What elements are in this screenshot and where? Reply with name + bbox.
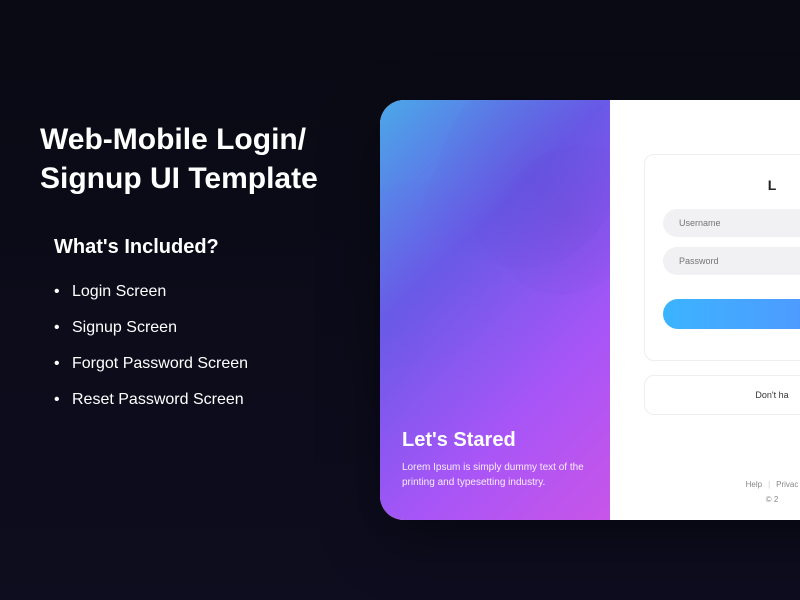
signup-prompt-card[interactable]: Don't ha <box>644 375 800 415</box>
hero-title: Let's Stared <box>402 429 588 452</box>
divider: | <box>768 480 770 489</box>
privacy-link[interactable]: Privac <box>776 480 798 489</box>
username-input[interactable] <box>663 209 800 237</box>
list-item: Reset Password Screen <box>54 391 370 409</box>
signup-prompt-text: Don't ha <box>755 390 788 400</box>
device-mockup: Let's Stared Lorem Ipsum is simply dummy… <box>380 100 800 520</box>
promo-content: Web-Mobile Login/ Signup UI Template Wha… <box>40 120 370 427</box>
footer-links: Help | Privac <box>644 480 800 489</box>
login-button[interactable] <box>663 299 800 329</box>
promo-title: Web-Mobile Login/ Signup UI Template <box>40 120 370 198</box>
form-panel: L Don't ha Help | Privac © 2 <box>610 100 800 520</box>
list-item: Forgot Password Screen <box>54 355 370 373</box>
copyright-text: © 2 <box>644 495 800 504</box>
list-item: Signup Screen <box>54 319 370 337</box>
form-title: L <box>663 177 800 193</box>
list-item: Login Screen <box>54 283 370 301</box>
help-link[interactable]: Help <box>746 480 762 489</box>
features-list: Login Screen Signup Screen Forgot Passwo… <box>54 283 370 409</box>
login-card: L <box>644 154 800 361</box>
hero-description: Lorem Ipsum is simply dummy text of the … <box>402 460 588 490</box>
password-input[interactable] <box>663 247 800 275</box>
promo-subtitle: What's Included? <box>54 236 370 259</box>
hero-panel: Let's Stared Lorem Ipsum is simply dummy… <box>380 100 610 520</box>
